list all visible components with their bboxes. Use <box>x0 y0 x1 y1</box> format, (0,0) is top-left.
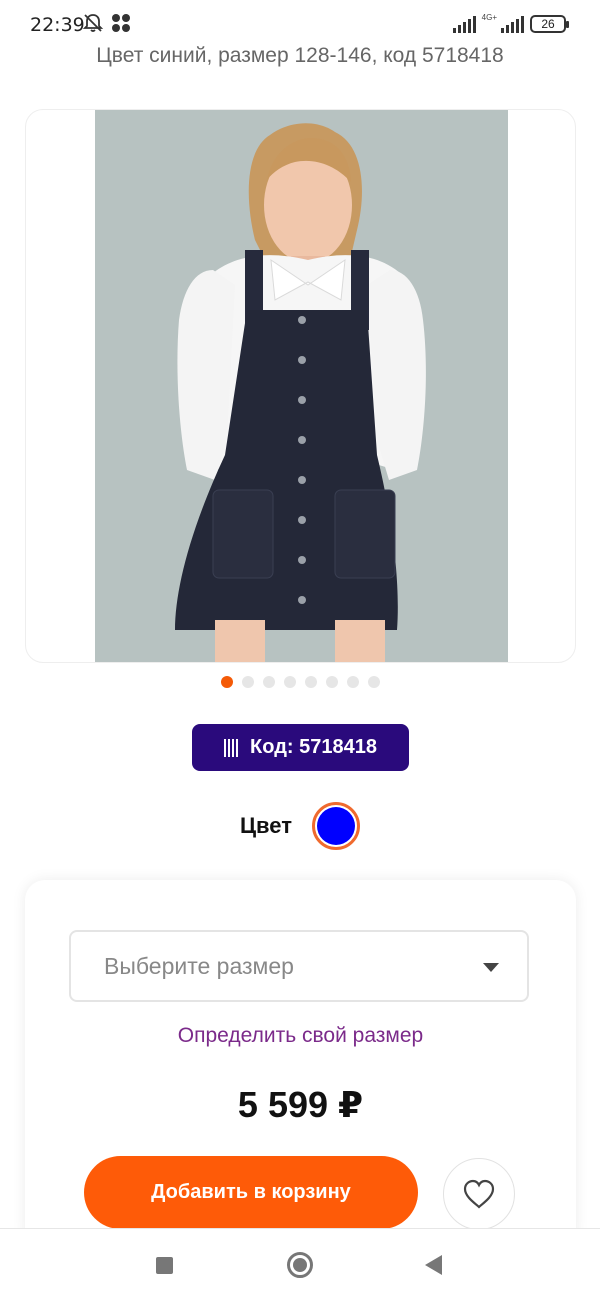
pager-dot[interactable] <box>262 676 275 688</box>
purchase-card: Выберите размер Определить свой размер 5… <box>25 880 576 1250</box>
pager-dot[interactable] <box>325 676 338 688</box>
image-pager <box>0 676 600 688</box>
product-image-card[interactable] <box>25 109 576 663</box>
nav-home-icon[interactable] <box>287 1252 313 1278</box>
favorite-button[interactable] <box>443 1158 515 1230</box>
color-swatch-blue[interactable] <box>312 802 361 850</box>
status-left-icons <box>82 12 132 34</box>
pager-dot[interactable] <box>241 676 254 688</box>
battery-icon: 26 <box>530 15 569 33</box>
barcode-icon <box>224 738 239 757</box>
nav-recents-icon[interactable] <box>156 1257 173 1274</box>
product-photo[interactable] <box>95 110 508 662</box>
size-select-placeholder: Выберите размер <box>104 952 294 979</box>
product-code: Код: 5718418 <box>250 736 377 758</box>
product-price: 5 599 ₽ <box>237 1084 364 1125</box>
pager-dot[interactable] <box>346 676 359 688</box>
dots-icon <box>112 14 130 32</box>
color-selector: Цвет <box>0 802 600 850</box>
pager-dot[interactable] <box>367 676 380 688</box>
network-label: 4G+ <box>481 13 497 22</box>
nav-back-icon[interactable] <box>425 1255 442 1275</box>
color-swatch-fill <box>317 807 356 845</box>
size-guide-link[interactable]: Определить свой размер <box>25 1024 576 1048</box>
battery-level: 26 <box>541 17 555 31</box>
system-nav-bar <box>0 1228 600 1299</box>
product-title: Цвет синий, размер 128-146, код 5718418 <box>96 44 504 67</box>
status-right: 4G+ 26 <box>452 13 569 33</box>
bell-off-icon <box>82 14 104 32</box>
add-to-cart-button[interactable]: Добавить в корзину <box>84 1156 418 1229</box>
size-select[interactable]: Выберите размер <box>69 930 529 1002</box>
pager-dot[interactable] <box>283 676 296 688</box>
chevron-down-icon <box>483 963 499 972</box>
status-time: 22:39 <box>30 14 85 36</box>
heart-icon <box>463 1179 495 1209</box>
signal-icon <box>452 15 476 33</box>
color-label: Цвет <box>239 813 293 838</box>
pager-dot[interactable] <box>220 676 233 688</box>
product-code-badge[interactable]: Код: 5718418 <box>192 724 409 771</box>
signal-icon-2 <box>501 15 524 33</box>
product-photo-illustration <box>95 110 508 662</box>
pager-dot[interactable] <box>304 676 317 688</box>
